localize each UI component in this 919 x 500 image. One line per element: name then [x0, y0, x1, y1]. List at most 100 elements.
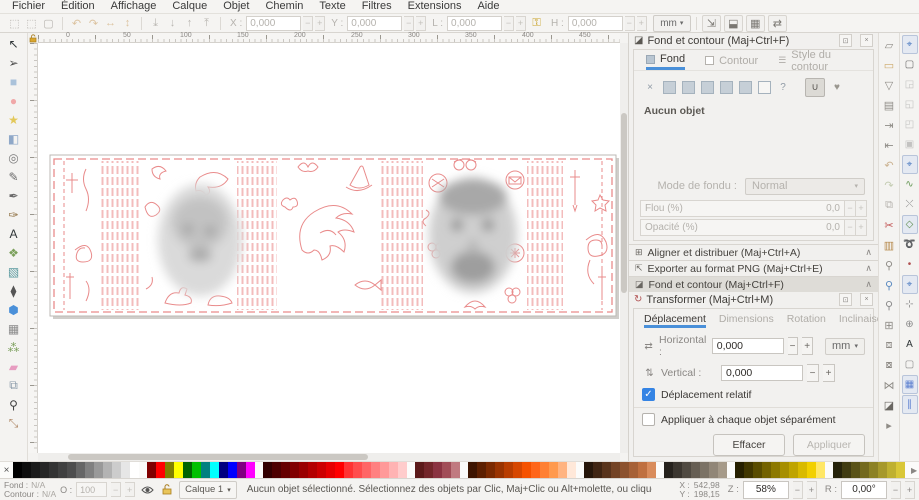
color-swatch[interactable] — [807, 462, 816, 478]
tab-stroke-paint[interactable]: Contour — [705, 54, 758, 70]
gradient-tool[interactable]: ▧ — [2, 262, 26, 281]
color-swatch[interactable] — [558, 462, 567, 478]
node-tool[interactable]: ➢ — [2, 53, 26, 72]
color-swatch[interactable] — [103, 462, 112, 478]
height-field[interactable]: 0,000 — [568, 16, 623, 31]
snap-path-icon[interactable]: ∿ — [902, 175, 918, 194]
color-swatch[interactable] — [174, 462, 183, 478]
paint-linear-gradient-button[interactable] — [681, 81, 695, 95]
color-swatch[interactable] — [335, 462, 344, 478]
no-color-swatch[interactable]: × — [0, 462, 13, 478]
apply-separately-checkbox-row[interactable]: Appliquer à chaque objet séparément — [634, 407, 873, 426]
tab-fill[interactable]: Fond — [646, 54, 685, 70]
color-swatch[interactable] — [201, 462, 210, 478]
opacity-plus-button[interactable]: + — [125, 482, 135, 497]
horizontal-scrollbar[interactable] — [38, 453, 620, 461]
undo-icon[interactable]: ↶ — [880, 155, 898, 175]
flip-horizontal-icon[interactable]: ↔ — [102, 16, 119, 31]
iconify-dialog-button[interactable]: ⊡ — [839, 34, 852, 47]
cut-icon[interactable]: ✂ — [880, 215, 898, 235]
menu-fichier[interactable]: Fichier — [4, 0, 53, 13]
zoom-tool[interactable]: ⚲ — [2, 395, 26, 414]
snap-others-icon[interactable]: ⌖ — [902, 275, 918, 294]
deselect-icon[interactable]: ▢ — [40, 16, 57, 31]
horizontal-minus-button[interactable]: − — [788, 337, 799, 355]
zoom-plus-button[interactable]: + — [807, 481, 817, 499]
horizontal-scrollbar-thumb[interactable] — [68, 454, 368, 460]
rotation-minus-button[interactable]: − — [891, 481, 901, 499]
dropper-tool[interactable]: ⧫ — [2, 281, 26, 300]
eraser-tool[interactable]: ▰ — [2, 357, 26, 376]
color-swatch[interactable] — [192, 462, 201, 478]
paste-icon[interactable]: ▥ — [880, 235, 898, 255]
color-swatch[interactable] — [210, 462, 219, 478]
paint-swatch-button[interactable] — [757, 81, 771, 95]
snap-bbox-icon[interactable]: ▢ — [902, 55, 918, 74]
opacity-minus-button[interactable]: − — [111, 482, 121, 497]
color-swatch[interactable] — [744, 462, 753, 478]
y-plus-button[interactable]: + — [416, 16, 426, 31]
pen-tool[interactable]: ✒ — [2, 186, 26, 205]
height-plus-button[interactable]: + — [637, 16, 647, 31]
color-swatch[interactable] — [299, 462, 308, 478]
menu-extensions[interactable]: Extensions — [400, 0, 470, 13]
snap-enable-icon[interactable]: ⌖ — [902, 35, 918, 54]
redo-icon[interactable]: ↷ — [880, 175, 898, 195]
copy-icon[interactable]: ⧉ — [880, 195, 898, 215]
select-all-icon[interactable]: ⬚ — [6, 16, 23, 31]
folder-open-icon[interactable]: ▭ — [880, 55, 898, 75]
menu-objet[interactable]: Objet — [215, 0, 257, 13]
clear-button[interactable]: Effacer — [713, 434, 785, 456]
dock-header-fill-stroke[interactable]: ◪ Fond et contour (Maj+Ctrl+F) ∧ — [629, 276, 878, 292]
mesh-tool[interactable]: ▦ — [2, 319, 26, 338]
vertical-ruler[interactable] — [28, 43, 38, 453]
menu-chemin[interactable]: Chemin — [257, 0, 311, 13]
height-minus-button[interactable]: − — [625, 16, 635, 31]
color-swatch[interactable] — [130, 462, 139, 478]
color-swatch[interactable] — [495, 462, 504, 478]
color-swatch[interactable] — [477, 462, 486, 478]
snap-midpoint-icon[interactable]: • — [902, 255, 918, 274]
move-gradients-toggle-icon[interactable]: ⇲ — [702, 15, 721, 32]
zoom-drawing-icon[interactable]: ⚲ — [880, 275, 898, 295]
select-tool[interactable]: ↖ — [2, 34, 26, 53]
color-swatch[interactable] — [771, 462, 780, 478]
color-swatch[interactable] — [878, 462, 887, 478]
color-swatch[interactable] — [147, 462, 156, 478]
color-swatch[interactable] — [691, 462, 700, 478]
color-swatch[interactable] — [673, 462, 682, 478]
vertical-minus-button[interactable]: − — [807, 364, 819, 382]
layer-lock-icon[interactable] — [159, 484, 175, 495]
color-swatch[interactable] — [833, 462, 842, 478]
transform-stroke-toggle-icon[interactable]: ⇄ — [768, 15, 787, 32]
apply-separately-checkbox[interactable] — [642, 413, 655, 426]
opacity-plus-button[interactable]: + — [856, 219, 867, 236]
spiral-tool[interactable]: ◎ — [2, 148, 26, 167]
snap-bbox-center-icon[interactable]: ▣ — [902, 135, 918, 154]
rotation-field[interactable]: 0,00° — [841, 481, 887, 499]
apply-button[interactable]: Appliquer — [793, 434, 865, 456]
color-swatch[interactable] — [869, 462, 878, 478]
snap-cusp-icon[interactable]: ◇ — [902, 215, 918, 234]
menu-texte[interactable]: Texte — [311, 0, 353, 13]
raise-to-top-icon[interactable]: ⤒ — [198, 16, 215, 31]
vertical-scrollbar-thumb[interactable] — [621, 113, 627, 293]
color-swatch[interactable] — [433, 462, 442, 478]
horizontal-ruler[interactable]: 050100150200250300350400450 — [38, 33, 620, 43]
color-swatch[interactable] — [611, 462, 620, 478]
snap-nodes-icon[interactable]: ⌖ — [902, 155, 918, 174]
color-swatch[interactable] — [700, 462, 709, 478]
color-swatch[interactable] — [371, 462, 380, 478]
color-swatch[interactable] — [228, 462, 237, 478]
menu-aide[interactable]: Aide — [469, 0, 507, 13]
color-swatch[interactable] — [281, 462, 290, 478]
color-swatch[interactable] — [183, 462, 192, 478]
width-field[interactable]: 0,000 — [447, 16, 502, 31]
snap-guide-icon[interactable]: ∥ — [902, 395, 918, 414]
color-swatch[interactable] — [76, 462, 85, 478]
blur-slider[interactable]: Flou (%) 0,0 — [640, 200, 845, 217]
transform-unit-select[interactable]: mm ▾ — [825, 338, 865, 355]
color-swatch[interactable] — [540, 462, 549, 478]
color-swatch[interactable] — [40, 462, 49, 478]
color-swatch[interactable] — [735, 462, 744, 478]
